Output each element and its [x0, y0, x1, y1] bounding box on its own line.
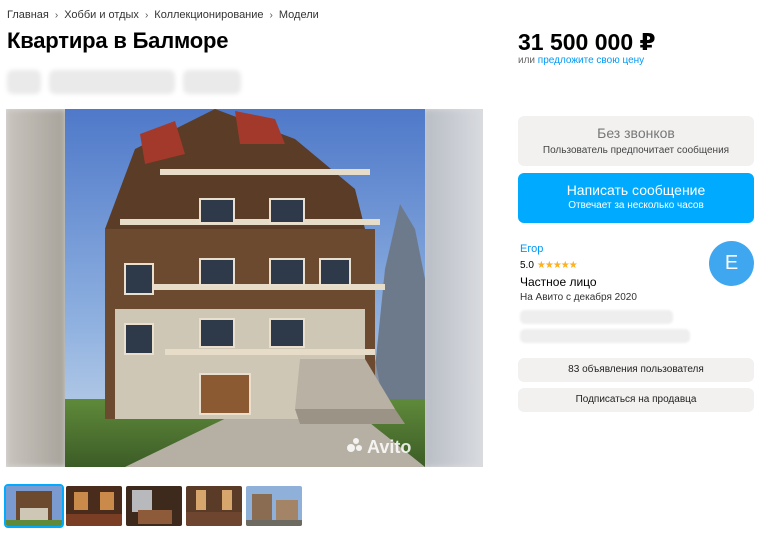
seller-type: Частное лицо: [520, 275, 597, 289]
no-calls-subtitle: Пользователь предпочитает сообщения: [542, 145, 730, 156]
blurred-line: [520, 310, 673, 324]
blurred-chip: [7, 70, 41, 94]
user-ads-button[interactable]: 83 объявления пользователя: [518, 358, 754, 382]
price-offer-prefix: или: [518, 55, 536, 66]
blurred-chip: [49, 70, 175, 94]
gallery-blur-left: [6, 109, 66, 467]
photo-gallery[interactable]: Avito: [6, 109, 483, 467]
seller-since: На Авито с декабря 2020: [520, 292, 637, 303]
thumbnail-5[interactable]: [246, 486, 302, 526]
blurred-line: [520, 329, 690, 343]
blurred-chip: [183, 70, 241, 94]
breadcrumb-hobby[interactable]: Хобби и отдых: [64, 9, 139, 21]
chevron-right-icon: ›: [54, 9, 59, 21]
response-time: Отвечает за несколько часов: [568, 200, 704, 211]
thumbnail-4[interactable]: [186, 486, 242, 526]
breadcrumb: Главная › Хобби и отдых › Коллекциониров…: [7, 9, 319, 21]
price-offer: или предложите свою цену: [518, 55, 644, 66]
main-photo[interactable]: [65, 109, 425, 467]
rating-value: 5.0: [520, 260, 534, 271]
seller-name[interactable]: Егор: [520, 243, 543, 255]
write-message-label: Написать сообщение: [566, 182, 706, 198]
thumbnail-3[interactable]: [126, 486, 182, 526]
breadcrumb-collecting[interactable]: Коллекционирование: [154, 9, 263, 21]
avito-watermark: Avito: [346, 437, 411, 458]
offer-price-link[interactable]: предложите свою цену: [538, 55, 644, 66]
blurred-meta-row: [7, 70, 241, 94]
watermark-text: Avito: [367, 437, 412, 457]
listing-title: Квартира в Балморе: [7, 28, 229, 53]
subscribe-seller-button[interactable]: Подписаться на продавца: [518, 388, 754, 412]
chevron-right-icon: ›: [269, 9, 273, 21]
chevron-right-icon: ›: [144, 9, 149, 21]
thumbnail-1[interactable]: [4, 484, 64, 528]
breadcrumb-models[interactable]: Модели: [279, 9, 319, 21]
no-calls-title: Без звонков: [597, 125, 675, 141]
seller-rating: 5.0 ★★★★★: [520, 260, 578, 271]
gallery-blur-right: [423, 109, 483, 467]
breadcrumb-home[interactable]: Главная: [7, 9, 49, 21]
no-calls-box: Без звонков Пользователь предпочитает со…: [518, 116, 754, 166]
star-icon: ★★★★★: [536, 260, 578, 271]
thumbnail-2[interactable]: [66, 486, 122, 526]
avito-logo-icon: [346, 437, 364, 458]
thumbnail-strip: [4, 484, 302, 528]
price: 31 500 000 ₽: [518, 29, 656, 55]
write-message-button[interactable]: Написать сообщение Отвечает за несколько…: [518, 173, 754, 223]
avatar[interactable]: E: [709, 241, 754, 286]
